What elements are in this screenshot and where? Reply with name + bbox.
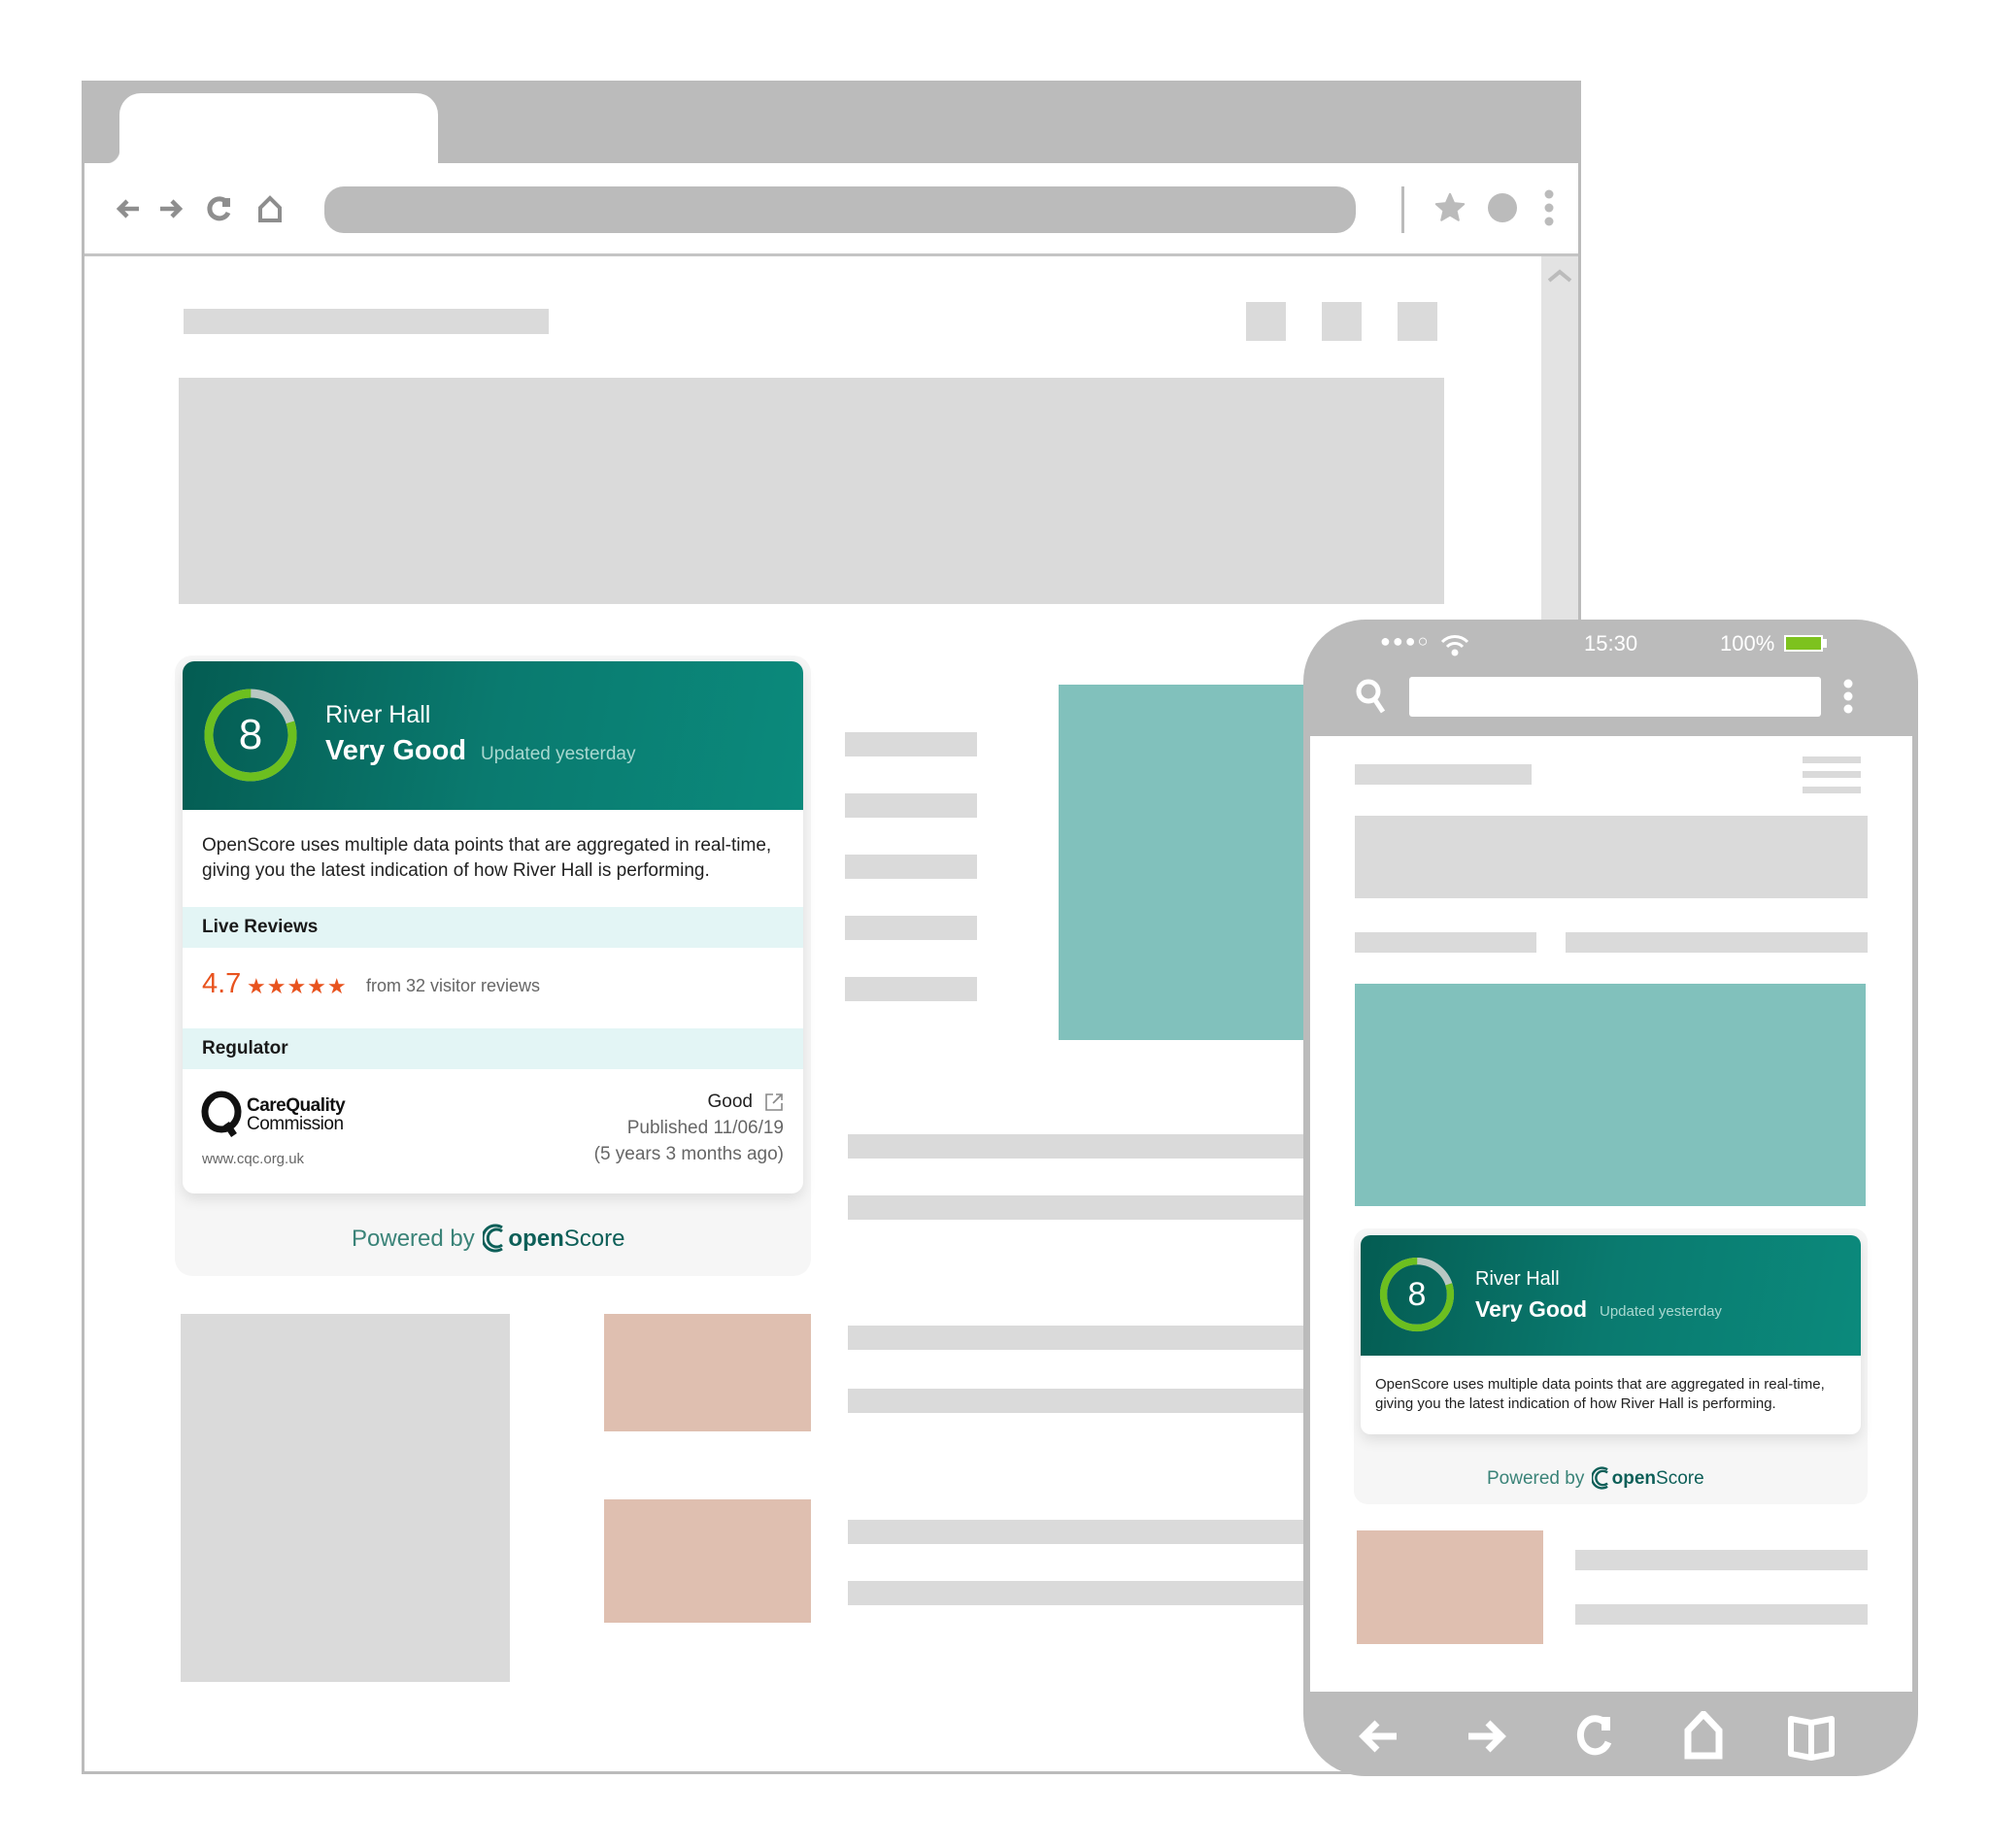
- updated-text: Updated yesterday: [1600, 1303, 1722, 1320]
- placeholder-line: [848, 1581, 1314, 1605]
- updated-text: Updated yesterday: [481, 744, 636, 764]
- score-value: 8: [238, 711, 263, 758]
- placeholder-line: [848, 1195, 1314, 1220]
- back-arrow-icon[interactable]: [114, 194, 143, 223]
- placeholder-hero: [1355, 816, 1868, 898]
- powered-by[interactable]: Powered by openScore: [352, 1224, 624, 1253]
- powered-by[interactable]: Powered by openScore: [1487, 1466, 1704, 1490]
- powered-by-label: Powered by: [1487, 1468, 1585, 1489]
- placeholder-line: [848, 1134, 1314, 1159]
- cqc-logo-line2: Commission: [247, 1114, 344, 1134]
- home-icon[interactable]: [255, 194, 285, 223]
- phone-search-input[interactable]: [1409, 677, 1821, 717]
- placeholder-line: [845, 855, 977, 879]
- widget-description: OpenScore uses multiple data points that…: [202, 835, 772, 881]
- profile-icon[interactable]: [1488, 193, 1517, 222]
- placeholder-image: [181, 1314, 510, 1682]
- phone-time: 15:30: [1584, 631, 1638, 655]
- placeholder-line: [1355, 932, 1536, 953]
- placeholder-line: [848, 1389, 1314, 1413]
- review-count: from 32 visitor reviews: [366, 976, 541, 995]
- back-arrow-icon[interactable]: [1354, 1711, 1404, 1762]
- external-link-icon[interactable]: [764, 1092, 784, 1112]
- placeholder-image-teal: [1355, 984, 1866, 1206]
- place-name: River Hall: [325, 701, 431, 728]
- search-icon[interactable]: [1355, 677, 1388, 716]
- placeholder-nav-item: [1246, 302, 1286, 341]
- placeholder-thumbnail: [1357, 1530, 1543, 1644]
- live-reviews-heading: Live Reviews: [183, 907, 803, 948]
- review-average: 4.7: [202, 968, 242, 999]
- placeholder-thumbnail: [604, 1314, 811, 1431]
- battery-percent: 100%: [1720, 631, 1775, 655]
- widget-header: 8 River Hall Very Good Updated yesterday: [1361, 1235, 1861, 1356]
- score-value: 8: [1407, 1276, 1427, 1313]
- rating-label: Very Good: [325, 735, 467, 766]
- regulator-published: Published 11/06/19: [626, 1118, 784, 1138]
- openscore-card-mobile: 8 River Hall Very Good Updated yesterday…: [1361, 1235, 1861, 1434]
- openscore-logo-prefix: open: [1611, 1468, 1657, 1489]
- placeholder-line: [848, 1326, 1314, 1350]
- home-icon[interactable]: [1678, 1711, 1729, 1762]
- placeholder-image-teal: [1059, 685, 1311, 1040]
- widget-header: 8 River Hall Very Good Updated yesterday: [183, 661, 803, 810]
- openscore-logo-suffix: Score: [563, 1226, 625, 1252]
- placeholder-site-title: [184, 309, 549, 334]
- placeholder-line: [845, 916, 977, 940]
- placeholder-nav-item: [1398, 302, 1437, 341]
- browser-tab[interactable]: [106, 93, 438, 166]
- star-icon[interactable]: [1433, 191, 1466, 224]
- forward-arrow-icon[interactable]: [1461, 1711, 1511, 1762]
- place-name: River Hall: [1475, 1268, 1560, 1290]
- openscore-logo: openScore: [481, 1224, 625, 1253]
- openscore-logo-icon: [1590, 1466, 1608, 1490]
- rating-label: Very Good: [1475, 1296, 1588, 1322]
- book-icon[interactable]: [1786, 1711, 1837, 1762]
- battery-icon: [1784, 635, 1823, 652]
- reload-icon[interactable]: [205, 194, 234, 223]
- wifi-icon: [1440, 635, 1469, 656]
- placeholder-line: [845, 793, 977, 818]
- openscore-card: 8 River Hall Very Good Updated yesterday…: [183, 661, 803, 1193]
- placeholder-line: [848, 1520, 1314, 1544]
- menu-dots-icon[interactable]: [1542, 188, 1556, 227]
- placeholder-line: [845, 732, 977, 756]
- hamburger-line[interactable]: [1803, 756, 1861, 763]
- placeholder-thumbnail: [604, 1499, 811, 1623]
- phone-menu-dots-icon[interactable]: [1842, 678, 1854, 715]
- reload-icon[interactable]: [1569, 1711, 1620, 1762]
- openscore-logo-prefix: open: [508, 1226, 564, 1252]
- review-stars: ★★★★★: [247, 974, 348, 998]
- hamburger-line[interactable]: [1803, 787, 1861, 793]
- forward-arrow-icon[interactable]: [156, 194, 185, 223]
- battery-tip: [1823, 639, 1827, 648]
- regulator-url[interactable]: www.cqc.org.uk: [202, 1151, 304, 1167]
- cqc-logo-icon: [201, 1091, 242, 1137]
- regulator-rating: Good: [707, 1092, 753, 1112]
- signal-indicator: ●●●○: [1380, 631, 1431, 651]
- widget-description: OpenScore uses multiple data points that…: [1375, 1376, 1825, 1413]
- powered-by-label: Powered by: [352, 1226, 475, 1252]
- openscore-logo-icon: [482, 1224, 504, 1253]
- chevron-up-icon[interactable]: [1546, 268, 1573, 284]
- openscore-logo: openScore: [1590, 1466, 1704, 1490]
- placeholder-hero: [179, 378, 1444, 604]
- placeholder-site-title: [1355, 764, 1532, 785]
- address-bar[interactable]: [324, 186, 1356, 233]
- hamburger-line[interactable]: [1803, 771, 1861, 778]
- placeholder-line: [1566, 932, 1868, 953]
- placeholder-line: [1575, 1604, 1868, 1625]
- placeholder-line: [1575, 1550, 1868, 1570]
- openscore-logo-suffix: Score: [1656, 1468, 1704, 1489]
- regulator-age: (5 years 3 months ago): [593, 1144, 784, 1164]
- toolbar-divider: [1401, 186, 1404, 233]
- placeholder-line: [845, 977, 977, 1001]
- placeholder-nav-item: [1322, 302, 1362, 341]
- regulator-heading: Regulator: [183, 1028, 803, 1069]
